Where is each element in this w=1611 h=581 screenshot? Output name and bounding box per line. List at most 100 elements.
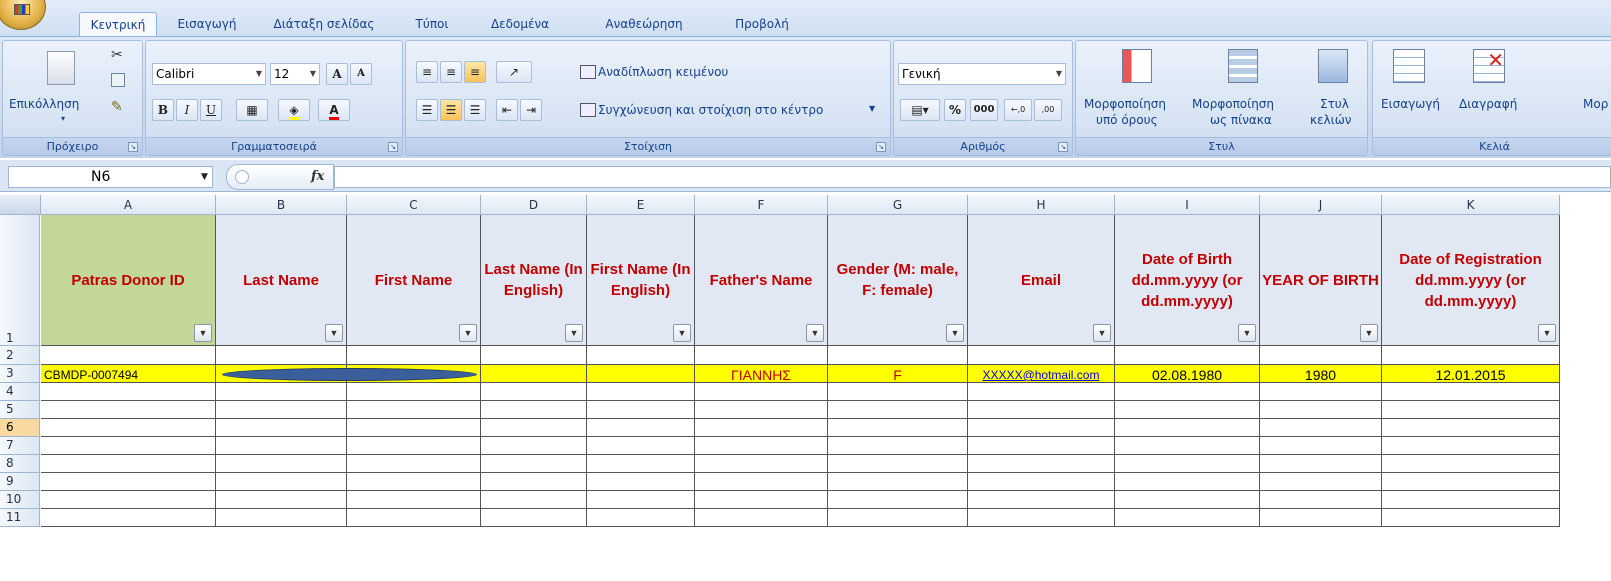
grid-cell[interactable]: [481, 401, 587, 419]
grid-cell[interactable]: [216, 383, 347, 401]
grid-cell[interactable]: [481, 455, 587, 473]
grid-cell[interactable]: [41, 437, 216, 455]
header-cell[interactable]: Last Name (In English) ▼: [481, 215, 587, 346]
grid-cell[interactable]: [828, 509, 968, 527]
grid-cell[interactable]: [1260, 509, 1382, 527]
font-size-combo[interactable]: 12 ▼: [270, 63, 320, 85]
grid-cell[interactable]: [587, 419, 695, 437]
grid-cell[interactable]: [828, 383, 968, 401]
row-header-6[interactable]: 6: [0, 419, 40, 437]
paste-button[interactable]: Επικόλληση: [9, 97, 79, 111]
grid-cell[interactable]: [968, 509, 1115, 527]
column-header-d[interactable]: D: [481, 195, 587, 215]
underline-button[interactable]: U: [200, 99, 222, 121]
delete-cells-icon[interactable]: ✕: [1473, 49, 1505, 83]
filter-dropdown-icon[interactable]: ▼: [1093, 324, 1111, 342]
number-launcher-icon[interactable]: ↘: [1058, 142, 1068, 152]
conditional-formatting-icon[interactable]: [1122, 49, 1152, 83]
filter-dropdown-icon[interactable]: ▼: [194, 324, 212, 342]
grid-cell[interactable]: [695, 383, 828, 401]
grid-cell[interactable]: [347, 455, 481, 473]
grid-cell[interactable]: [481, 437, 587, 455]
grid-cell[interactable]: [968, 401, 1115, 419]
cell-yob[interactable]: 1980: [1260, 365, 1382, 383]
grid-cell[interactable]: [481, 473, 587, 491]
grid-cell[interactable]: [1115, 437, 1260, 455]
format-cells-button[interactable]: Μορ: [1583, 97, 1608, 111]
grid-cell[interactable]: [1382, 473, 1560, 491]
format-painter-icon[interactable]: ✎: [111, 99, 123, 115]
bottom-align-icon[interactable]: ≡: [464, 61, 486, 83]
font-launcher-icon[interactable]: ↘: [388, 142, 398, 152]
column-header-f[interactable]: F: [695, 195, 828, 215]
grid-cell[interactable]: [1382, 455, 1560, 473]
filter-dropdown-icon[interactable]: ▼: [946, 324, 964, 342]
cancel-circle-icon[interactable]: [235, 170, 249, 184]
grid-cell[interactable]: [828, 346, 968, 365]
grid-cell[interactable]: [695, 437, 828, 455]
filter-dropdown-icon[interactable]: ▼: [325, 324, 343, 342]
grid-cell[interactable]: [216, 437, 347, 455]
grid-cell[interactable]: [587, 455, 695, 473]
grid-cell[interactable]: [481, 509, 587, 527]
currency-icon[interactable]: ▤▾: [900, 99, 940, 121]
grid-cell[interactable]: [216, 419, 347, 437]
grid-cell[interactable]: [695, 419, 828, 437]
row-header-1[interactable]: 1: [0, 215, 40, 346]
grid-cell[interactable]: [1115, 509, 1260, 527]
grid-cell[interactable]: [587, 346, 695, 365]
format-as-table-icon[interactable]: [1228, 49, 1258, 83]
tab-formulas[interactable]: Τύποι: [402, 12, 462, 36]
column-header-b[interactable]: B: [216, 195, 347, 215]
grid-cell[interactable]: [587, 383, 695, 401]
wrap-text-button[interactable]: Αναδίπλωση κειμένου: [598, 65, 728, 79]
grid-cell[interactable]: [347, 346, 481, 365]
format-as-table-label[interactable]: ως πίνακα: [1210, 113, 1272, 127]
row-header-8[interactable]: 8: [0, 455, 40, 473]
grid-cell[interactable]: [1260, 401, 1382, 419]
grid-cell[interactable]: [1382, 509, 1560, 527]
filter-dropdown-icon[interactable]: ▼: [1360, 324, 1378, 342]
grid-cell[interactable]: [968, 491, 1115, 509]
chevron-down-icon[interactable]: ▼: [869, 104, 875, 113]
grid-cell[interactable]: [968, 473, 1115, 491]
grid-cell[interactable]: [695, 509, 828, 527]
header-cell[interactable]: YEAR OF BIRTH ▼: [1260, 215, 1382, 346]
paste-dropdown-icon[interactable]: ▾: [61, 114, 65, 123]
percent-button[interactable]: %: [944, 99, 966, 121]
chevron-down-icon[interactable]: ▼: [201, 167, 208, 187]
grid-cell[interactable]: [216, 491, 347, 509]
tab-insert[interactable]: Εισαγωγή: [168, 12, 246, 36]
tab-home[interactable]: Κεντρική: [79, 12, 157, 36]
grid-cell[interactable]: [347, 437, 481, 455]
fx-button-area[interactable]: fx: [226, 164, 334, 190]
grid-cell[interactable]: [828, 437, 968, 455]
grid-cell[interactable]: [695, 473, 828, 491]
decrease-decimal-button[interactable]: ,00: [1034, 99, 1062, 121]
header-cell[interactable]: First Name (In English) ▼: [587, 215, 695, 346]
grid-cell[interactable]: [41, 401, 216, 419]
grid-cell[interactable]: [1115, 419, 1260, 437]
header-cell[interactable]: Email ▼: [968, 215, 1115, 346]
cell-reg[interactable]: 12.01.2015: [1382, 365, 1560, 383]
cell-father[interactable]: ΓΙΑΝΝΗΣ: [695, 365, 828, 383]
tab-page-layout[interactable]: Διάταξη σελίδας: [256, 12, 392, 36]
row-header-9[interactable]: 9: [0, 473, 40, 491]
column-header-i[interactable]: I: [1115, 195, 1260, 215]
grid-cell[interactable]: [695, 455, 828, 473]
cell-styles-button[interactable]: Στυλ: [1320, 97, 1349, 111]
grid-cell[interactable]: [1260, 437, 1382, 455]
grid-cell[interactable]: [828, 473, 968, 491]
grid-cell[interactable]: [695, 491, 828, 509]
row-header-10[interactable]: 10: [0, 491, 40, 509]
grid-cell[interactable]: [1382, 437, 1560, 455]
grid-cell[interactable]: [695, 346, 828, 365]
grid-cell[interactable]: [1115, 346, 1260, 365]
cell-first-name-en[interactable]: [587, 365, 695, 383]
number-format-combo[interactable]: Γενική ▼: [898, 63, 1066, 85]
grid-cell[interactable]: [1115, 491, 1260, 509]
align-center-icon[interactable]: ☰: [440, 99, 462, 121]
format-as-table-button[interactable]: Μορφοποίηση: [1192, 97, 1274, 111]
formula-input[interactable]: [334, 166, 1611, 188]
grid-cell[interactable]: [1260, 473, 1382, 491]
